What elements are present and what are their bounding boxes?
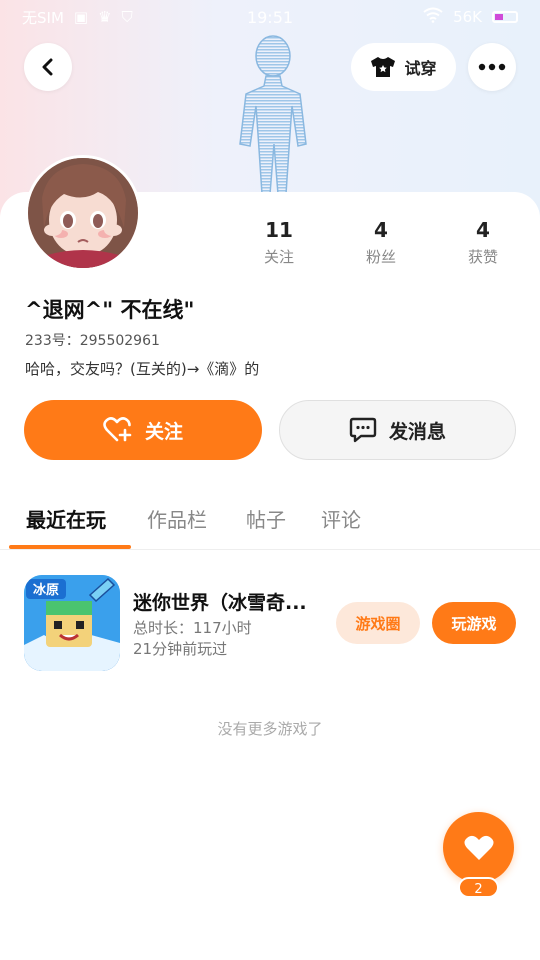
try-on-label: 试穿 <box>404 59 437 78</box>
profile-tabs: 最近在玩 作品栏 帖子 评论 <box>0 496 540 550</box>
avatar[interactable] <box>25 155 141 271</box>
game-icon-text: 冰原 <box>33 582 59 598</box>
like-button[interactable] <box>443 812 514 883</box>
heart-plus-icon <box>103 417 132 442</box>
list-item[interactable]: 冰原 迷你世界（冰雪奇... 总时长：117小时 21分钟前玩过 游戏圈 玩游戏 <box>0 572 540 672</box>
clock: 19:51 <box>246 7 294 27</box>
follow-label: 关注 <box>144 420 183 443</box>
stat-label: 粉丝 <box>365 248 396 266</box>
game-last-played: 21分钟前玩过 <box>133 640 228 658</box>
tab-works[interactable]: 作品栏 <box>147 504 207 533</box>
game-playtime: 总时长：117小时 <box>133 619 252 637</box>
stat-following[interactable]: 11 关注 <box>239 218 319 267</box>
avatar-image <box>28 158 138 268</box>
message-label: 发消息 <box>388 420 446 443</box>
game-title: 迷你世界（冰雪奇... <box>133 592 307 614</box>
stat-likes[interactable]: 4 获赞 <box>443 218 523 267</box>
like-count-badge: 2 <box>458 877 499 898</box>
tshirt-icon <box>371 57 396 77</box>
back-button[interactable] <box>24 43 72 91</box>
stat-value: 4 <box>374 218 388 242</box>
chat-bubble-icon <box>349 417 377 443</box>
game-meta: 总时长：117小时 21分钟前玩过 <box>133 618 252 660</box>
active-tab-indicator <box>9 545 131 549</box>
battery-icon <box>492 11 518 23</box>
tab-recently-played[interactable]: 最近在玩 <box>26 504 106 533</box>
stat-followers[interactable]: 4 粉丝 <box>341 218 421 267</box>
game-icon: 冰原 <box>24 575 120 671</box>
try-on-button[interactable]: 试穿 <box>351 43 456 91</box>
status-bar: 无SIM ▣ ♛ ⛉ 19:51 56K <box>0 0 540 34</box>
message-button[interactable]: 发消息 <box>279 400 516 460</box>
stat-value: 4 <box>476 218 490 242</box>
follow-button[interactable]: 关注 <box>24 400 262 460</box>
stat-label: 关注 <box>263 248 294 266</box>
stat-label: 获赞 <box>467 248 498 266</box>
avatar-outfit-figure <box>239 35 307 194</box>
username: ^退网^" 不在线" <box>25 298 195 322</box>
heart-icon <box>464 835 493 860</box>
more-dots-icon <box>478 63 506 71</box>
tab-comments[interactable]: 评论 <box>321 504 361 533</box>
play-game-button[interactable]: 玩游戏 <box>432 602 516 644</box>
chevron-left-icon <box>42 58 53 76</box>
user-bio: 哈哈，交友吗？(互关的)→《滴》的 <box>25 360 260 378</box>
more-button[interactable] <box>468 43 516 91</box>
no-more-games-text: 没有更多游戏了 <box>217 720 323 738</box>
tab-posts[interactable]: 帖子 <box>246 504 286 533</box>
stat-value: 11 <box>265 218 293 242</box>
game-circle-button[interactable]: 游戏圈 <box>336 602 420 644</box>
user-id: 233号：295502961 <box>25 333 160 349</box>
